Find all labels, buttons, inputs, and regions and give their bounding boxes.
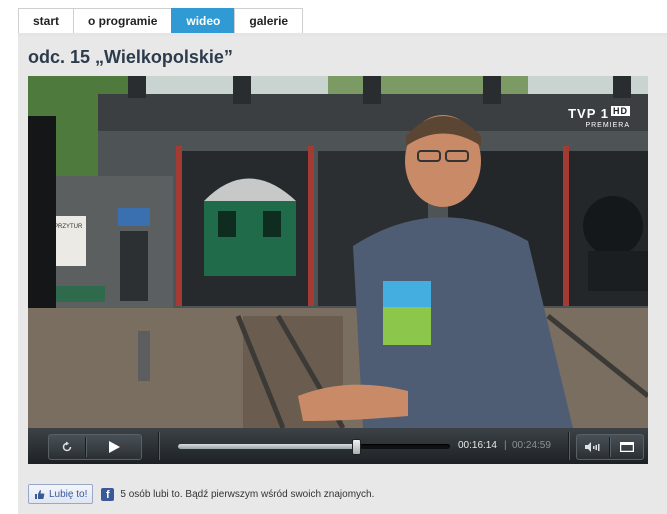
play-button[interactable] — [87, 435, 141, 459]
volume-button[interactable] — [577, 435, 609, 459]
controls-separator — [568, 432, 569, 460]
tab-galerie[interactable]: galerie — [234, 8, 304, 33]
video-panel: odc. 15 „Wielkopolskie” SPRZYTUR TVP 1 H… — [18, 36, 667, 514]
channel-logo-subtitle: PREMIERA — [585, 122, 630, 129]
playback-buttons — [48, 434, 142, 460]
tab-o-programie[interactable]: o programie — [73, 8, 172, 33]
controls-separator — [158, 432, 159, 460]
like-count-text: 5 osób lubi to. Bądź pierwszym wśród swo… — [120, 488, 375, 500]
fullscreen-button[interactable] — [611, 435, 643, 459]
play-icon — [109, 441, 120, 453]
button-separator — [609, 437, 610, 457]
video-still: SPRZYTUR — [28, 76, 648, 428]
thumbs-up-icon — [35, 489, 45, 499]
tab-bar: start o programie wideo galerie — [18, 8, 304, 34]
hd-badge: HD — [611, 106, 630, 116]
view-buttons — [576, 434, 644, 460]
channel-logo: TVP 1 HD PREMIERA — [568, 106, 630, 129]
player-controls: 00:16:14 | 00:24:59 — [28, 428, 648, 464]
fullscreen-icon — [620, 442, 634, 452]
current-time: 00:16:14 — [458, 440, 497, 451]
replay-button[interactable] — [49, 435, 85, 459]
progress-bar[interactable] — [178, 439, 450, 455]
tab-wideo[interactable]: wideo — [171, 8, 235, 33]
tab-start[interactable]: start — [18, 8, 74, 33]
like-button[interactable]: Lubię to! — [28, 484, 94, 504]
replay-icon — [62, 441, 72, 452]
total-time: 00:24:59 — [512, 440, 551, 451]
like-button-label: Lubię to! — [49, 488, 88, 500]
episode-title: odc. 15 „Wielkopolskie” — [28, 47, 233, 67]
facebook-like-bar: Lubię to! f 5 osób lubi to. Bądź pierwsz… — [28, 484, 374, 504]
facebook-icon: f — [101, 487, 115, 501]
time-separator: | — [504, 440, 507, 451]
channel-logo-name: TVP 1 — [568, 106, 609, 121]
video-frame[interactable]: SPRZYTUR TVP 1 HD PREMIERA — [28, 76, 648, 464]
progress-fill — [178, 444, 355, 449]
button-separator — [85, 437, 86, 457]
progress-handle[interactable] — [351, 439, 361, 455]
volume-icon — [585, 442, 600, 452]
